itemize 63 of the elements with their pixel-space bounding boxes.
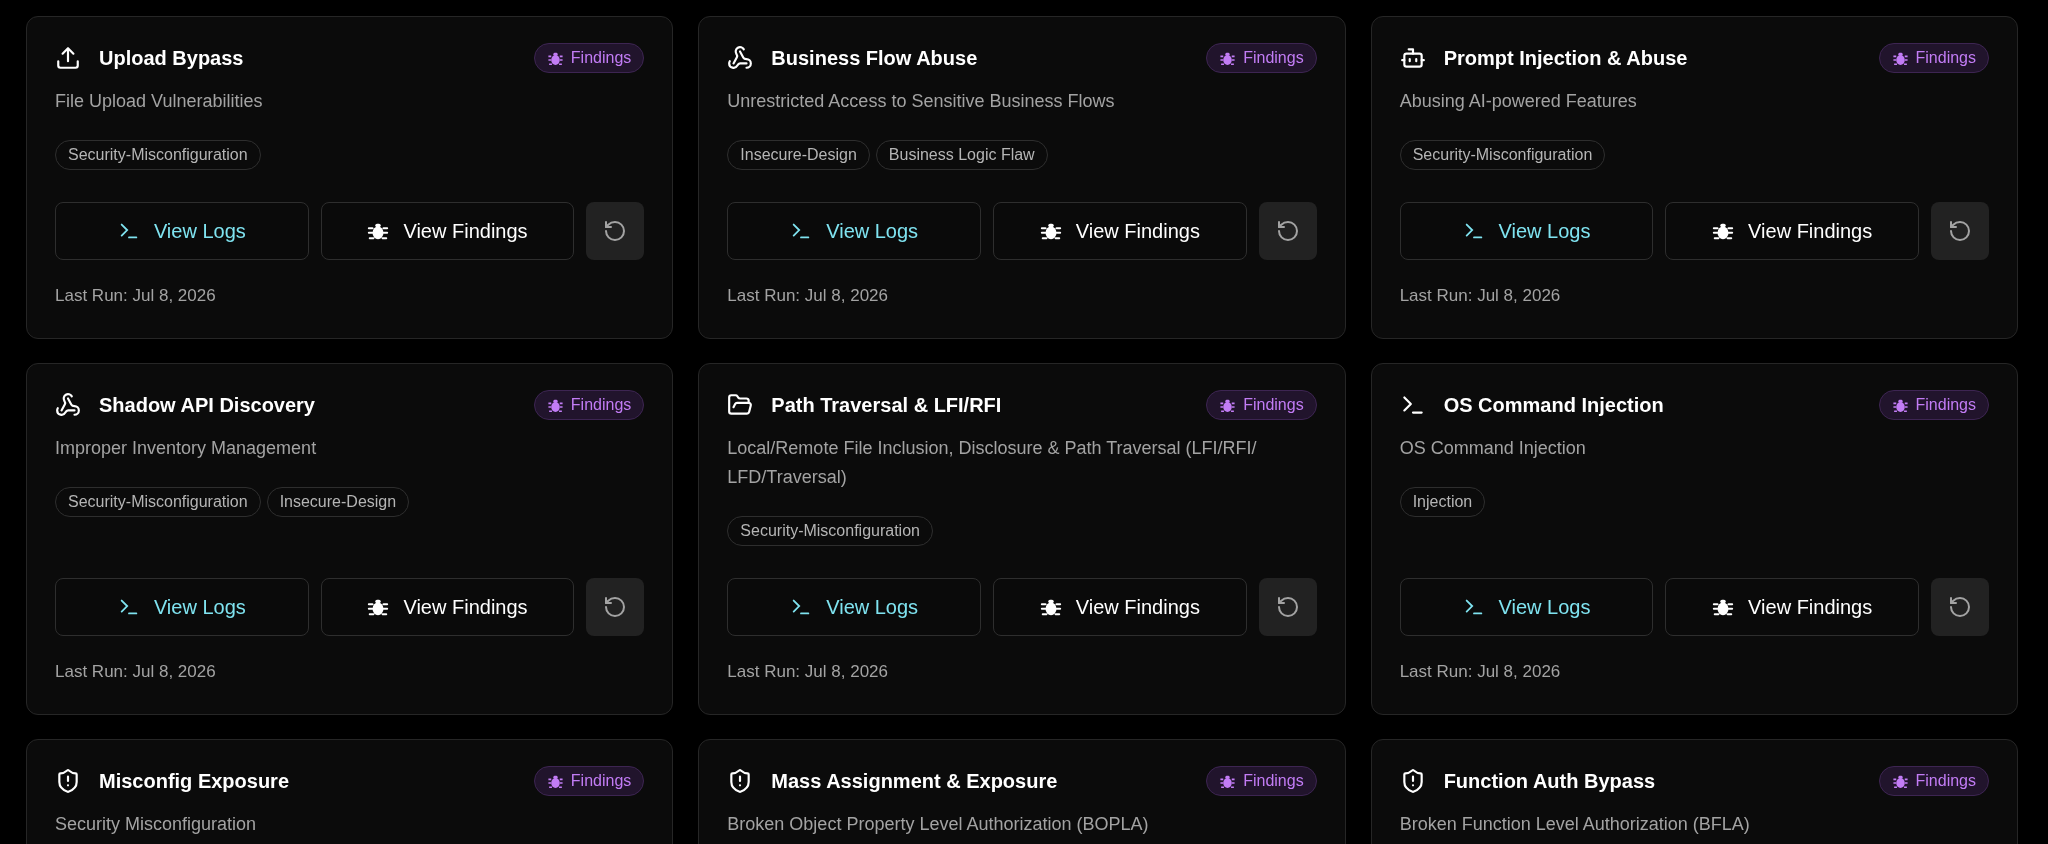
webhook-icon — [55, 392, 81, 418]
view-logs-button[interactable]: View Logs — [1399, 578, 1654, 636]
webhook-icon — [727, 45, 754, 71]
view-logs-button[interactable]: View Logs — [55, 578, 309, 636]
rotate-icon — [603, 219, 628, 243]
view-logs-button[interactable]: View Logs — [727, 578, 981, 636]
upload-icon — [55, 45, 81, 71]
shield-alert-icon — [55, 768, 81, 794]
last-run-text: Last Run: Jul 8, 2026 — [727, 662, 889, 682]
rerun-button[interactable] — [586, 202, 645, 260]
card-title: Shadow API Discovery — [99, 393, 316, 417]
rerun-button[interactable] — [1258, 202, 1317, 260]
last-run-text: Last Run: Jul 8, 2026 — [1399, 662, 1562, 682]
view-logs-button[interactable]: View Logs — [727, 202, 981, 260]
rotate-icon — [1948, 595, 1972, 619]
rotate-icon — [1275, 595, 1300, 619]
card-description: Security Misconfiguration — [55, 813, 258, 836]
findings-badge: Findings — [533, 390, 645, 420]
rerun-button[interactable] — [1931, 578, 1989, 636]
card-title: Path Traversal & LFI/RFI — [771, 393, 1003, 417]
view-findings-button[interactable]: View Findings — [1665, 202, 1919, 260]
card-title: Function Auth Bypass — [1443, 769, 1657, 793]
robot-icon — [1399, 45, 1426, 71]
findings-badge: Findings — [1878, 766, 1989, 796]
findings-badge: Findings — [533, 766, 645, 796]
card-title: OS Command Injection — [1443, 393, 1665, 417]
rotate-icon — [1948, 219, 1972, 243]
card-description: File Upload Vulnerabilities — [55, 90, 264, 113]
view-findings-button[interactable]: View Findings — [993, 578, 1247, 636]
rotate-icon — [603, 595, 628, 619]
card-description: Broken Object Property Level Authorization (BOPLA) — [727, 813, 1150, 836]
last-run-text: Last Run: Jul 8, 2026 — [1399, 286, 1562, 306]
rerun-button[interactable] — [1931, 202, 1989, 260]
rerun-button[interactable] — [586, 578, 645, 636]
card-title: Business Flow Abuse — [771, 46, 979, 70]
rerun-button[interactable] — [1258, 578, 1317, 636]
card-description: OS Command Injection — [1399, 437, 1587, 460]
findings-badge: Findings — [1206, 766, 1317, 796]
view-findings-button[interactable]: View Findings — [993, 202, 1247, 260]
findings-badge: Findings — [1878, 43, 1989, 73]
findings-badge: Findings — [1206, 390, 1317, 420]
last-run-text: Last Run: Jul 8, 2026 — [55, 286, 217, 306]
view-logs-button[interactable]: View Logs — [1399, 202, 1654, 260]
card-description: Local/Remote File Inclusion, Disclosure & Path Traversal (LFI/RFI/ LFD/Traversal) — [727, 437, 1258, 489]
card-title: Mass Assignment & Exposure — [771, 769, 1059, 793]
findings-badge: Findings — [533, 43, 645, 73]
findings-badge: Findings — [1206, 43, 1317, 73]
view-findings-button[interactable]: View Findings — [320, 578, 575, 636]
view-findings-button[interactable]: View Findings — [1665, 578, 1919, 636]
card-title: Upload Bypass — [99, 46, 245, 70]
findings-badge: Findings — [1878, 390, 1989, 420]
rotate-icon — [1275, 219, 1300, 243]
view-logs-button[interactable]: View Logs — [55, 202, 309, 260]
card-title: Prompt Injection & Abuse — [1443, 46, 1689, 70]
last-run-text: Last Run: Jul 8, 2026 — [727, 286, 889, 306]
folder-icon — [727, 392, 754, 418]
card-description: Abusing AI-powered Features — [1399, 90, 1638, 113]
card-description: Broken Function Level Authorization (BFLA) — [1399, 813, 1751, 836]
view-findings-button[interactable]: View Findings — [320, 202, 575, 260]
card-title: Misconfig Exposure — [99, 769, 291, 793]
card-description: Unrestricted Access to Sensitive Business Flows — [727, 90, 1116, 113]
card-description: Improper Inventory Management — [55, 437, 318, 460]
last-run-text: Last Run: Jul 8, 2026 — [55, 662, 217, 682]
